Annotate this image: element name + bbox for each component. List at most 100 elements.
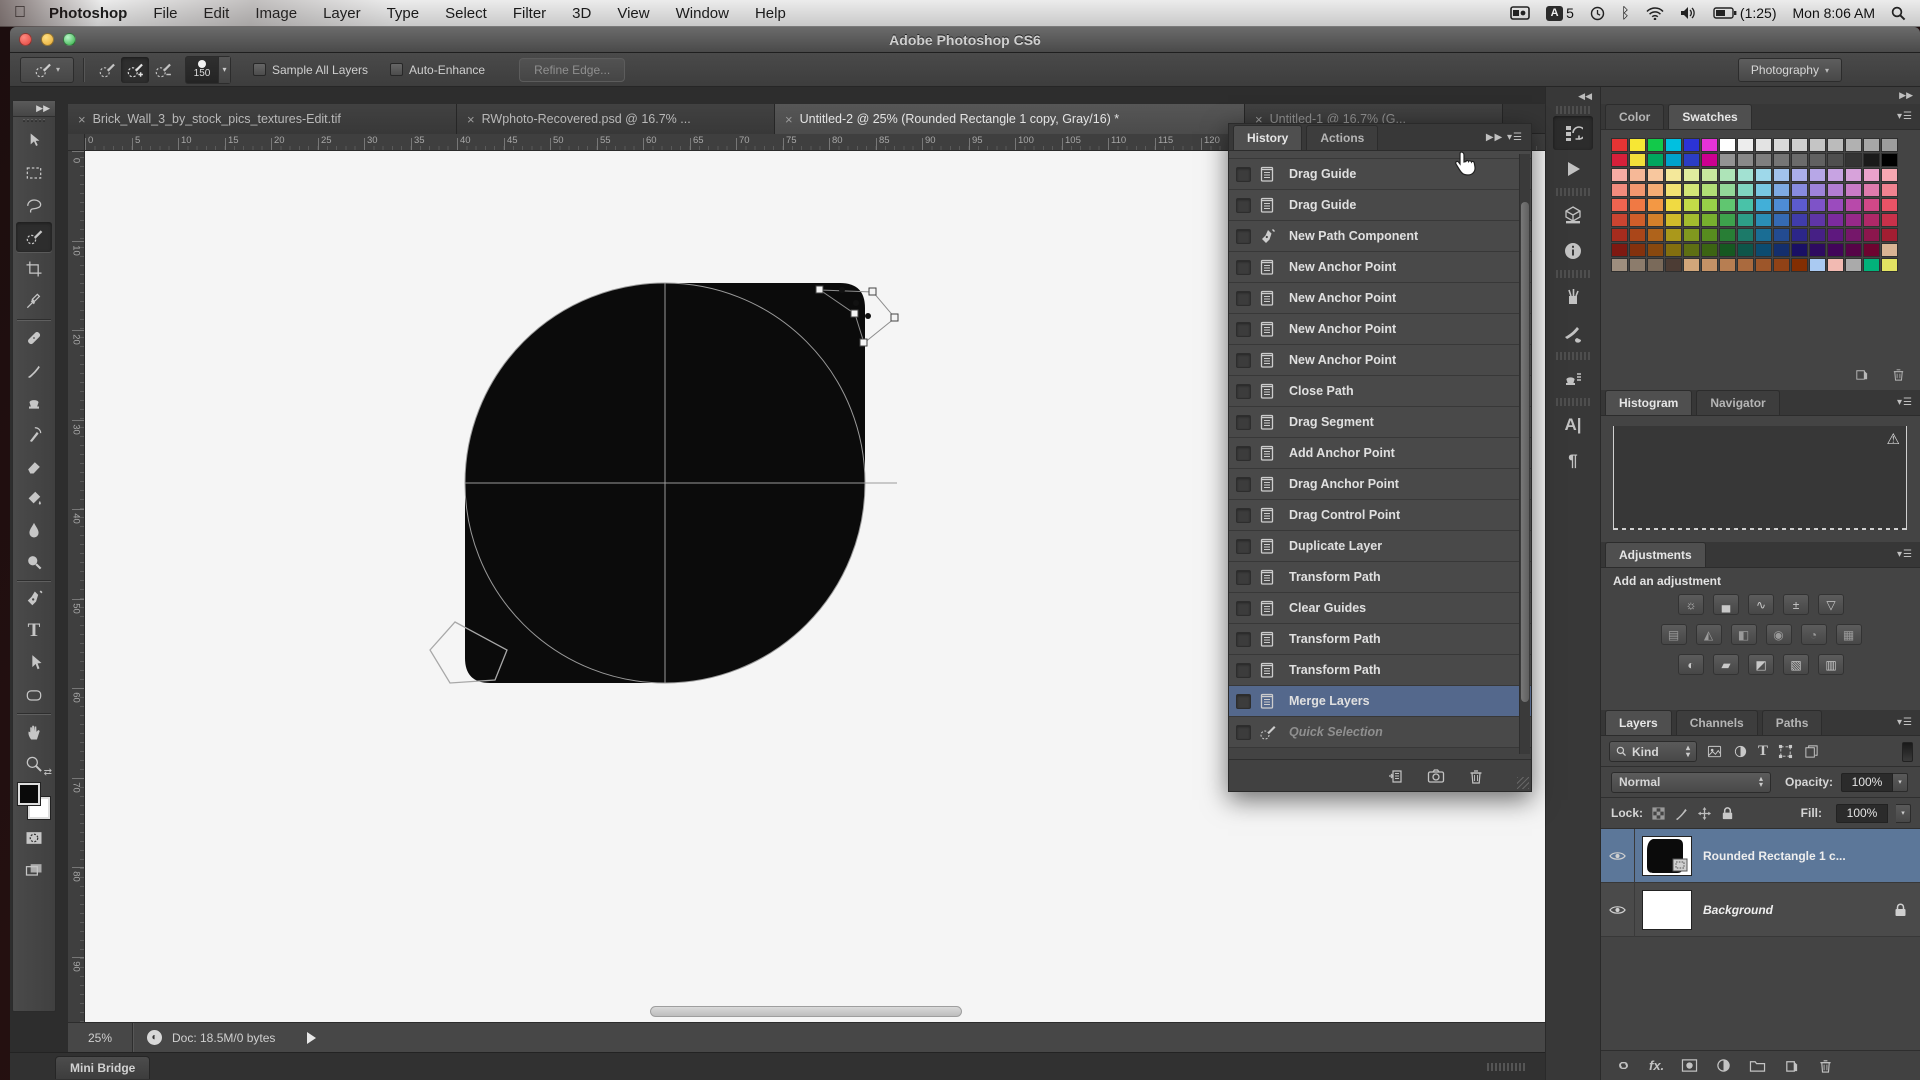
swatch-6-15[interactable] — [1881, 228, 1898, 242]
history-row-partial[interactable] — [1229, 151, 1531, 159]
swatch-3-2[interactable] — [1647, 183, 1664, 197]
opacity-value[interactable]: 100% — [1841, 773, 1893, 792]
lock-transparency-icon[interactable] — [1651, 806, 1666, 821]
swatch-8-13[interactable] — [1845, 258, 1862, 272]
smart-object-filter-icon[interactable] — [1803, 744, 1820, 759]
swap-colors-icon[interactable]: ⇄ — [44, 767, 52, 778]
pixel-filter-icon[interactable] — [1706, 744, 1723, 759]
swatch-1-8[interactable] — [1755, 153, 1772, 167]
swatch-2-9[interactable] — [1773, 168, 1790, 182]
swatch-1-5[interactable] — [1701, 153, 1718, 167]
swatch-4-10[interactable] — [1791, 198, 1808, 212]
swatch-6-10[interactable] — [1791, 228, 1808, 242]
swatch-8-0[interactable] — [1611, 258, 1628, 272]
swatch-4-4[interactable] — [1683, 198, 1700, 212]
color-balance-icon[interactable]: ◭ — [1696, 624, 1722, 645]
clone-stamp-tool[interactable] — [16, 387, 52, 417]
tab-navigator[interactable]: Navigator — [1696, 390, 1779, 415]
adjustment-layer-icon[interactable] — [1715, 1058, 1732, 1073]
swatch-5-4[interactable] — [1683, 213, 1700, 227]
swatch-2-14[interactable] — [1863, 168, 1880, 182]
invert-icon[interactable]: ◐ — [1678, 654, 1704, 675]
history-brush-tool[interactable] — [16, 419, 52, 449]
history-row-quick-selection[interactable]: Quick Selection — [1229, 717, 1531, 748]
layer-thumbnail[interactable] — [1643, 891, 1691, 929]
panel-resize-grip[interactable] — [1517, 777, 1529, 789]
swatch-4-0[interactable] — [1611, 198, 1628, 212]
foreground-color-chip[interactable] — [18, 783, 40, 805]
swatch-3-4[interactable] — [1683, 183, 1700, 197]
history-row-transform-path[interactable]: Transform Path — [1229, 562, 1531, 593]
swatch-8-8[interactable] — [1755, 258, 1772, 272]
history-source-checkbox[interactable] — [1236, 260, 1251, 275]
swatch-2-7[interactable] — [1737, 168, 1754, 182]
type-tool[interactable]: T — [16, 616, 52, 646]
swatch-0-5[interactable] — [1701, 138, 1718, 152]
screen-mode-button[interactable] — [16, 855, 52, 885]
swatch-1-14[interactable] — [1863, 153, 1880, 167]
swatch-4-6[interactable] — [1719, 198, 1736, 212]
tool-preset-picker[interactable]: ▾ — [20, 57, 74, 83]
swatch-5-14[interactable] — [1863, 213, 1880, 227]
pen-tool[interactable] — [16, 584, 52, 614]
panel-menu-icon[interactable]: ▶▶ ▾☰ — [1486, 132, 1523, 143]
menu-image[interactable]: Image — [242, 0, 310, 27]
swatch-6-2[interactable] — [1647, 228, 1664, 242]
vibrance-icon[interactable]: ▽ — [1818, 594, 1844, 615]
swatch-2-0[interactable] — [1611, 168, 1628, 182]
history-source-checkbox[interactable] — [1236, 539, 1251, 554]
swatch-7-7[interactable] — [1737, 243, 1754, 257]
tab-color[interactable]: Color — [1605, 104, 1664, 129]
swatch-5-9[interactable] — [1773, 213, 1790, 227]
swatch-2-12[interactable] — [1827, 168, 1844, 182]
swatch-2-2[interactable] — [1647, 168, 1664, 182]
swatch-4-11[interactable] — [1809, 198, 1826, 212]
window-title-bar[interactable]: Adobe Photoshop CS6 — [10, 27, 1920, 53]
swatch-7-3[interactable] — [1665, 243, 1682, 257]
document-tab-2[interactable]: ×RWphoto-Recovered.psd @ 16.7% ... — [457, 104, 775, 134]
dock-grip[interactable] — [1556, 398, 1590, 406]
swatch-2-10[interactable] — [1791, 168, 1808, 182]
swatch-8-1[interactable] — [1629, 258, 1646, 272]
history-row-new-path-component[interactable]: New Path Component — [1229, 221, 1531, 252]
swatch-2-15[interactable] — [1881, 168, 1898, 182]
horizontal-scrollbar-thumb[interactable] — [650, 1006, 962, 1017]
mini-bridge-grip[interactable] — [1487, 1063, 1527, 1071]
document-tab-3[interactable]: ×Untitled-2 @ 25% (Rounded Rectangle 1 c… — [775, 104, 1245, 134]
document-tab-1[interactable]: ×Brick_Wall_3_by_stock_pics_textures-Edi… — [68, 104, 457, 134]
swatch-0-8[interactable] — [1755, 138, 1772, 152]
swatch-2-4[interactable] — [1683, 168, 1700, 182]
history-row-new-anchor-point[interactable]: New Anchor Point — [1229, 314, 1531, 345]
history-row-drag-segment[interactable]: Drag Segment — [1229, 407, 1531, 438]
swatch-7-11[interactable] — [1809, 243, 1826, 257]
tab-history[interactable]: History — [1233, 125, 1302, 150]
swatch-8-3[interactable] — [1665, 258, 1682, 272]
swatch-1-13[interactable] — [1845, 153, 1862, 167]
swatch-2-3[interactable] — [1665, 168, 1682, 182]
swatch-5-6[interactable] — [1719, 213, 1736, 227]
dodge-tool[interactable] — [16, 547, 52, 577]
filter-toggle-switch[interactable] — [1902, 742, 1913, 762]
actions-play-icon[interactable] — [1553, 152, 1593, 186]
swatch-0-10[interactable] — [1791, 138, 1808, 152]
swatch-5-3[interactable] — [1665, 213, 1682, 227]
swatch-5-12[interactable] — [1827, 213, 1844, 227]
lock-move-icon[interactable] — [1697, 806, 1712, 821]
lock-paint-icon[interactable] — [1674, 806, 1689, 821]
history-source-checkbox[interactable] — [1236, 694, 1251, 709]
swatch-3-5[interactable] — [1701, 183, 1718, 197]
layer-thumbnail[interactable] — [1643, 837, 1691, 875]
swatch-0-7[interactable] — [1737, 138, 1754, 152]
exposure-icon[interactable]: ± — [1783, 594, 1809, 615]
swatch-6-7[interactable] — [1737, 228, 1754, 242]
swatch-8-4[interactable] — [1683, 258, 1700, 272]
adobe-app-badge[interactable]: A5 — [1546, 5, 1574, 21]
hand-tool[interactable] — [16, 717, 52, 747]
type-filter-icon[interactable]: T — [1758, 743, 1768, 760]
swatch-4-3[interactable] — [1665, 198, 1682, 212]
menu-file[interactable]: File — [140, 0, 190, 27]
swatch-5-8[interactable] — [1755, 213, 1772, 227]
swatch-8-9[interactable] — [1773, 258, 1790, 272]
swatch-0-2[interactable] — [1647, 138, 1664, 152]
swatch-8-11[interactable] — [1809, 258, 1826, 272]
